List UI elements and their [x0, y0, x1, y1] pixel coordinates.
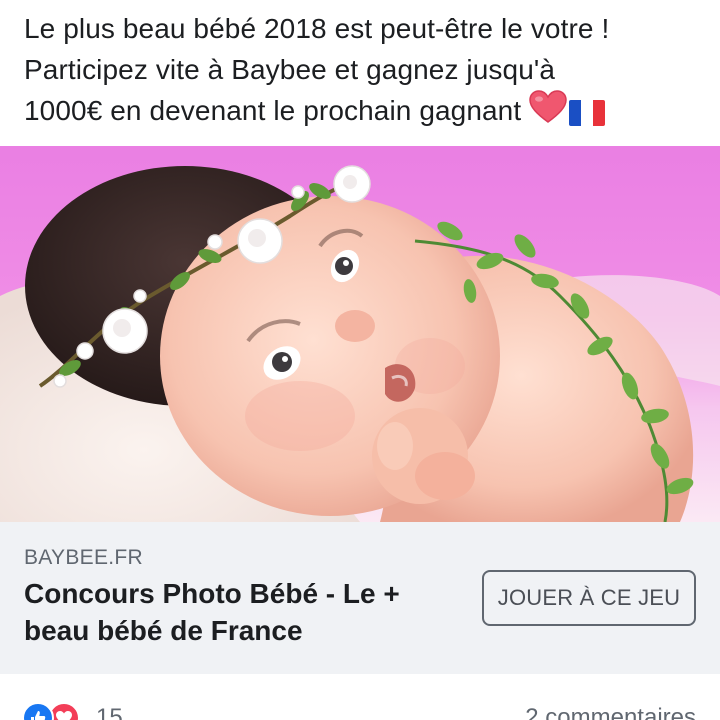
post-text-line-3-content: 1000€ en devenant le prochain gagnant [24, 95, 522, 126]
post-text: Le plus beau bébé 2018 est peut-être le … [24, 8, 704, 135]
like-icon[interactable] [22, 702, 54, 720]
post-text-line-3: 1000€ en devenant le prochain gagnant [24, 90, 704, 135]
comments-count[interactable]: 2 commentaires [525, 704, 696, 720]
post-text-line-1: Le plus beau bébé 2018 est peut-être le … [24, 13, 610, 44]
baby-with-flower-crown-image [0, 165, 720, 522]
post-text-line-2: Participez vite à Baybee et gagnez jusqu… [24, 54, 555, 85]
post-photo[interactable] [0, 146, 720, 522]
heart-emoji-icon [529, 90, 567, 135]
link-domain: BAYBEE.FR [24, 546, 144, 569]
play-game-button[interactable]: JOUER À CE JEU [482, 570, 696, 626]
reaction-count[interactable]: 15 [96, 704, 123, 720]
link-preview-card[interactable]: BAYBEE.FR Concours Photo Bébé - Le + bea… [0, 522, 720, 674]
french-flag-icon [569, 99, 606, 126]
reaction-icons[interactable] [22, 702, 80, 720]
link-title[interactable]: Concours Photo Bébé - Le + beau bébé de … [24, 575, 454, 649]
reactions-bar: 15 2 commentaires [0, 674, 720, 720]
